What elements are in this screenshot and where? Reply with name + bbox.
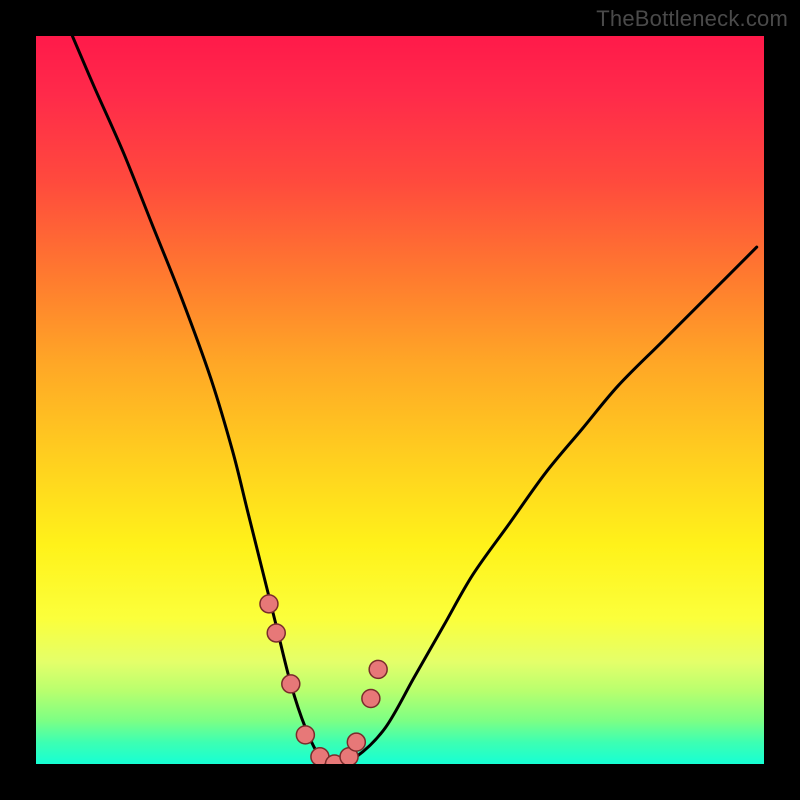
marker-group	[260, 595, 387, 764]
data-marker	[369, 660, 387, 678]
data-marker	[267, 624, 285, 642]
data-marker	[362, 689, 380, 707]
bottleneck-curve	[72, 36, 756, 764]
data-marker	[347, 733, 365, 751]
data-marker	[282, 675, 300, 693]
watermark-text: TheBottleneck.com	[596, 6, 788, 32]
chart-overlay	[36, 36, 764, 764]
plot-area	[36, 36, 764, 764]
data-marker	[260, 595, 278, 613]
data-marker	[296, 726, 314, 744]
chart-frame: TheBottleneck.com	[0, 0, 800, 800]
